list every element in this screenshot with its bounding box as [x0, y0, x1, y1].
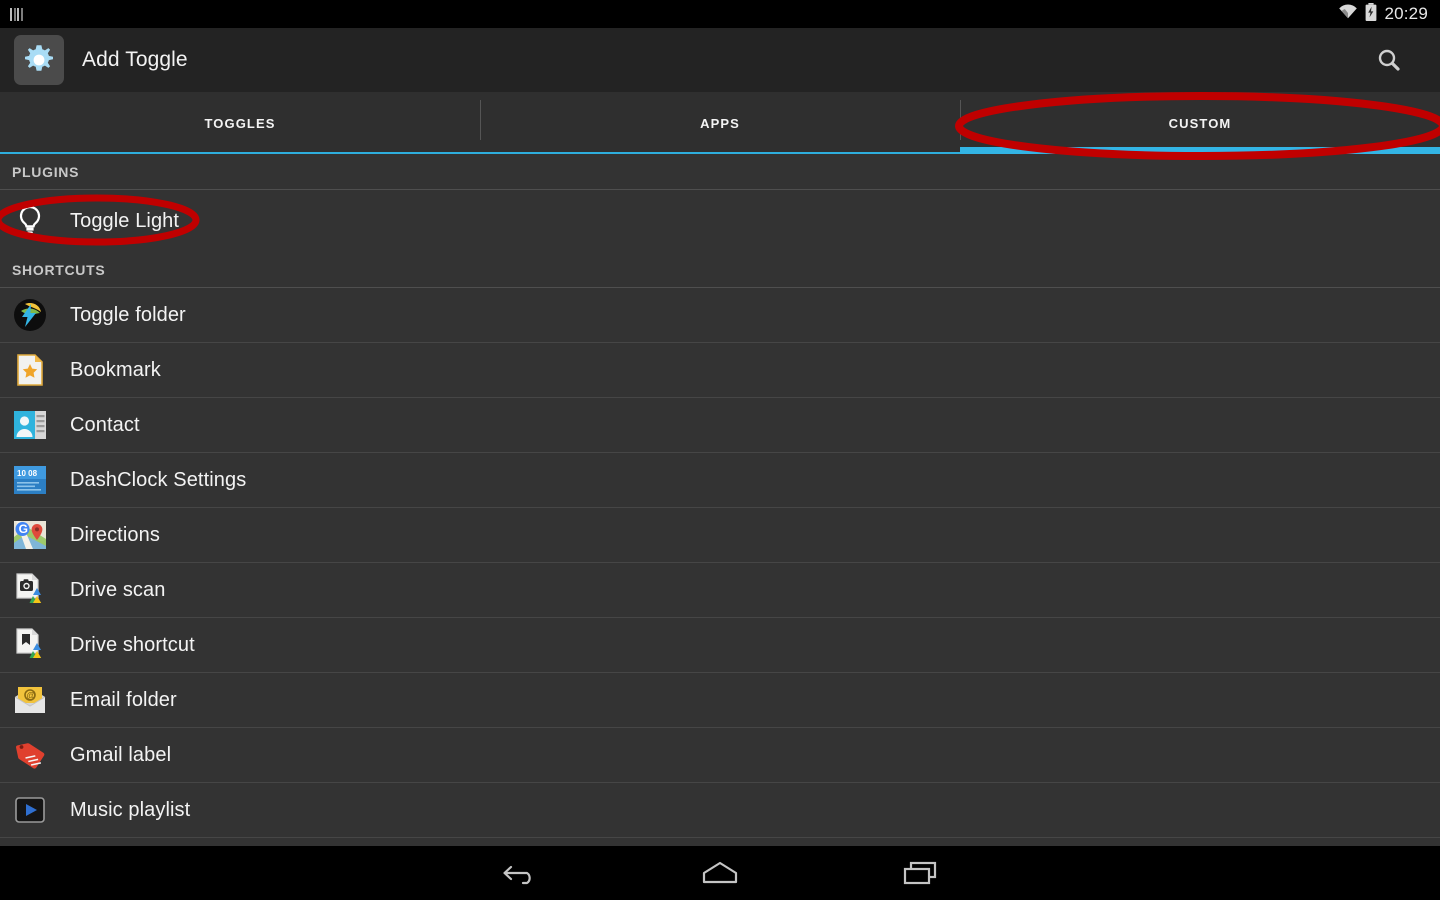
page-title: Add Toggle [82, 48, 188, 71]
contact-card-icon [12, 407, 48, 443]
list-item-dashclock-settings[interactable]: 10 08 DashClock Settings [0, 453, 1440, 508]
maps-directions-icon: G [12, 517, 48, 553]
battery-charging-icon [1365, 2, 1377, 26]
list-item-label: Toggle Light [70, 209, 180, 232]
search-icon[interactable] [1362, 33, 1416, 87]
toggle-folder-icon [12, 297, 48, 333]
svg-text:G: G [19, 522, 28, 536]
tab-apps[interactable]: APPS [480, 92, 960, 154]
list-item-music-playlist[interactable]: Music playlist [0, 783, 1440, 838]
list-item-contact[interactable]: Contact [0, 398, 1440, 453]
status-bar: 20:29 [0, 0, 1440, 28]
drive-scan-icon [12, 572, 48, 608]
status-bar-right: 20:29 [1338, 2, 1440, 26]
list-item-toggle-folder[interactable]: Toggle folder [0, 288, 1440, 343]
back-icon[interactable] [485, 851, 555, 895]
gear-icon [14, 35, 64, 85]
email-folder-icon: @ [12, 682, 48, 718]
svg-text:10 08: 10 08 [17, 469, 38, 478]
tab-toggles[interactable]: TOGGLES [0, 92, 480, 154]
wifi-icon [1338, 4, 1358, 24]
tab-apps-label: APPS [700, 115, 740, 131]
home-icon[interactable] [685, 851, 755, 895]
tab-custom[interactable]: CUSTOM [960, 92, 1440, 154]
custom-list[interactable]: PLUGINS Toggle Light SHORTCUTS Toggle fo… [0, 154, 1440, 846]
status-bar-left [0, 7, 23, 21]
tab-toggles-label: TOGGLES [204, 115, 276, 131]
tab-divider [480, 100, 481, 140]
list-item-label: Drive scan [70, 578, 166, 601]
bookmark-star-icon [12, 352, 48, 388]
section-header-plugins: PLUGINS [0, 154, 1440, 190]
action-bar: Add Toggle [0, 28, 1440, 92]
list-item-label: Music playlist [70, 798, 191, 821]
list-item-label: Gmail label [70, 743, 172, 766]
section-header-shortcuts: SHORTCUTS [0, 252, 1440, 288]
tab-bar: TOGGLES APPS CUSTOM [0, 92, 1440, 154]
notification-bars-icon [10, 7, 23, 21]
lightbulb-icon [12, 203, 48, 239]
gmail-label-icon [12, 737, 48, 773]
list-item-label: Directions [70, 523, 160, 546]
status-bar-clock: 20:29 [1384, 4, 1428, 23]
list-item-gmail-label[interactable]: Gmail label [0, 728, 1440, 783]
list-item-directions[interactable]: G Directions [0, 508, 1440, 563]
list-item-label: Email folder [70, 688, 177, 711]
music-playlist-icon [12, 792, 48, 828]
recents-icon[interactable] [885, 851, 955, 895]
list-item-label: Drive shortcut [70, 633, 195, 656]
tab-divider [960, 100, 961, 140]
list-item-label: Toggle folder [70, 303, 186, 326]
list-item-label: DashClock Settings [70, 468, 247, 491]
list-item-drive-scan[interactable]: Drive scan [0, 563, 1440, 618]
list-item-bookmark[interactable]: Bookmark [0, 343, 1440, 398]
list-item-label: Contact [70, 413, 140, 436]
list-item-drive-shortcut[interactable]: Drive shortcut [0, 618, 1440, 673]
navigation-bar [0, 846, 1440, 900]
android-screen: 20:29 Add Toggle TOGGLES APPS CUSTOM PLU… [0, 0, 1440, 900]
tab-indicator-active [960, 147, 1440, 154]
list-item-label: Bookmark [70, 358, 161, 381]
list-item-email-folder[interactable]: @ Email folder [0, 673, 1440, 728]
drive-shortcut-icon [12, 627, 48, 663]
list-item-toggle-light[interactable]: Toggle Light [0, 190, 1440, 252]
svg-text:@: @ [27, 691, 36, 701]
dashclock-icon: 10 08 [12, 462, 48, 498]
tab-custom-label: CUSTOM [1168, 115, 1232, 131]
